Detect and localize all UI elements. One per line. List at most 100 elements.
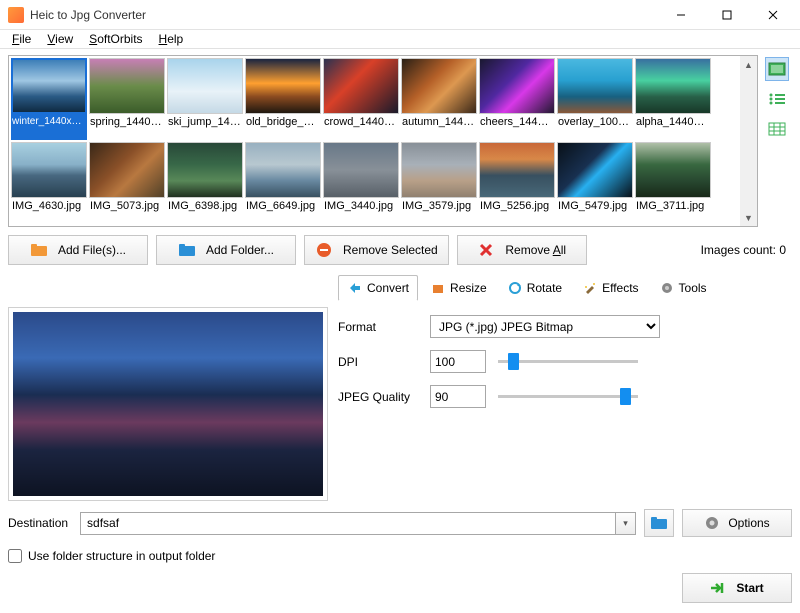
thumbnail-label: IMG_6649.jpg — [245, 198, 321, 214]
thumbnail-item[interactable]: IMG_6398.jpg — [167, 142, 243, 214]
thumbnail-item[interactable]: autumn_1440... — [401, 58, 477, 140]
app-icon — [8, 7, 24, 23]
thumbnail-label: cheers_1440x... — [479, 114, 555, 130]
scroll-track[interactable] — [740, 73, 757, 209]
quality-label: JPEG Quality — [338, 390, 418, 404]
preview-image — [13, 312, 323, 496]
destination-label: Destination — [8, 516, 72, 530]
destination-input[interactable] — [80, 512, 616, 535]
convert-settings: Format JPG (*.jpg) JPEG Bitmap DPI JPEG … — [338, 307, 792, 501]
use-folder-structure-label: Use folder structure in output folder — [28, 549, 215, 563]
thumbnail-image — [167, 142, 243, 198]
dpi-input[interactable] — [430, 350, 486, 373]
thumbnail-image — [11, 142, 87, 198]
maximize-button[interactable] — [704, 0, 750, 30]
destination-dropdown[interactable]: ▾ — [616, 512, 636, 535]
thumbnail-label: IMG_5256.jpg — [479, 198, 555, 214]
tab-convert[interactable]: Convert — [338, 275, 418, 301]
menu-help[interactable]: Help — [151, 30, 192, 48]
thumbnail-item[interactable]: IMG_3711.jpg — [635, 142, 711, 214]
thumbnail-label: IMG_3579.jpg — [401, 198, 477, 214]
start-label: Start — [736, 581, 763, 595]
thumbnail-image — [401, 142, 477, 198]
thumbnail-image — [557, 142, 633, 198]
view-list-icon[interactable] — [765, 87, 789, 111]
thumbnail-item[interactable]: old_bridge_14... — [245, 58, 321, 140]
remove-selected-button[interactable]: Remove Selected — [304, 235, 449, 265]
thumbnail-item[interactable]: IMG_3579.jpg — [401, 142, 477, 214]
dpi-slider[interactable] — [498, 352, 786, 372]
browse-folder-button[interactable] — [644, 509, 674, 537]
add-folder-button[interactable]: Add Folder... — [156, 235, 296, 265]
thumbnail-label: winter_1440x960.heic — [11, 114, 87, 140]
quality-slider[interactable] — [498, 387, 786, 407]
start-button[interactable]: Start — [682, 573, 792, 603]
use-folder-structure-checkbox[interactable] — [8, 549, 22, 563]
thumbnail-label: IMG_4630.jpg — [11, 198, 87, 214]
tools-icon — [659, 280, 675, 296]
thumbnail-label: old_bridge_14... — [245, 114, 321, 130]
gear-icon — [704, 515, 720, 531]
menu-softorbits[interactable]: SoftOrbits — [81, 30, 150, 48]
gallery-scrollbar[interactable]: ▲ ▼ — [740, 56, 757, 226]
remove-all-icon — [477, 241, 495, 259]
thumbnail-item[interactable]: IMG_6649.jpg — [245, 142, 321, 214]
thumbnail-image — [11, 58, 87, 114]
format-select[interactable]: JPG (*.jpg) JPEG Bitmap — [430, 315, 660, 338]
minimize-button[interactable] — [658, 0, 704, 30]
thumbnail-item[interactable]: IMG_5073.jpg — [89, 142, 165, 214]
tab-tools[interactable]: Tools — [651, 276, 715, 300]
quality-input[interactable] — [430, 385, 486, 408]
remove-all-button[interactable]: Remove All — [457, 235, 587, 265]
thumbnail-item[interactable]: IMG_5256.jpg — [479, 142, 555, 214]
thumbnail-item[interactable]: overlay_1000... — [557, 58, 633, 140]
preview-pane — [8, 307, 328, 501]
close-button[interactable] — [750, 0, 796, 30]
menu-file[interactable]: File — [4, 30, 39, 48]
thumbnail-image — [401, 58, 477, 114]
thumbnail-item[interactable]: IMG_5479.jpg — [557, 142, 633, 214]
start-icon — [710, 582, 726, 594]
options-button[interactable]: Options — [682, 509, 792, 537]
scroll-down-icon[interactable]: ▼ — [740, 209, 757, 226]
thumbnail-label: IMG_3440.jpg — [323, 198, 399, 214]
view-details-icon[interactable] — [765, 117, 789, 141]
thumbnail-item[interactable]: spring_1440x... — [89, 58, 165, 140]
tab-resize[interactable]: Resize — [422, 276, 495, 300]
thumbnail-image — [635, 142, 711, 198]
thumbnail-item[interactable]: winter_1440x960.heic — [11, 58, 87, 140]
tab-rotate[interactable]: Rotate — [499, 276, 570, 300]
remove-icon — [315, 241, 333, 259]
add-folder-label: Add Folder... — [206, 243, 274, 257]
thumbnail-image — [89, 142, 165, 198]
add-files-button[interactable]: Add File(s)... — [8, 235, 148, 265]
window-title: Heic to Jpg Converter — [30, 8, 658, 22]
thumbnail-label: IMG_5073.jpg — [89, 198, 165, 214]
thumbnail-label: overlay_1000... — [557, 114, 633, 130]
thumbnail-label: IMG_6398.jpg — [167, 198, 243, 214]
format-label: Format — [338, 320, 418, 334]
effects-icon — [582, 280, 598, 296]
thumbnail-item[interactable]: crowd_1440x... — [323, 58, 399, 140]
thumbnail-image — [323, 142, 399, 198]
thumbnail-image — [479, 58, 555, 114]
add-folder-icon — [178, 241, 196, 259]
thumbnail-item[interactable]: ski_jump_144... — [167, 58, 243, 140]
thumbnail-gallery: winter_1440x960.heicspring_1440x...ski_j… — [8, 55, 758, 227]
add-files-label: Add File(s)... — [58, 243, 126, 257]
view-thumbnails-icon[interactable] — [765, 57, 789, 81]
rotate-icon — [507, 280, 523, 296]
menu-view[interactable]: View — [39, 30, 81, 48]
view-mode-strip — [762, 55, 792, 227]
action-toolbar: Add File(s)... Add Folder... Remove Sele… — [8, 231, 792, 269]
scroll-up-icon[interactable]: ▲ — [740, 56, 757, 73]
add-file-icon — [30, 241, 48, 259]
thumbnail-item[interactable]: alpha_1440x9... — [635, 58, 711, 140]
thumbnail-label: alpha_1440x9... — [635, 114, 711, 130]
tab-effects[interactable]: Effects — [574, 276, 646, 300]
options-label: Options — [728, 516, 769, 530]
thumbnail-image — [167, 58, 243, 114]
thumbnail-item[interactable]: cheers_1440x... — [479, 58, 555, 140]
thumbnail-item[interactable]: IMG_3440.jpg — [323, 142, 399, 214]
thumbnail-item[interactable]: IMG_4630.jpg — [11, 142, 87, 214]
